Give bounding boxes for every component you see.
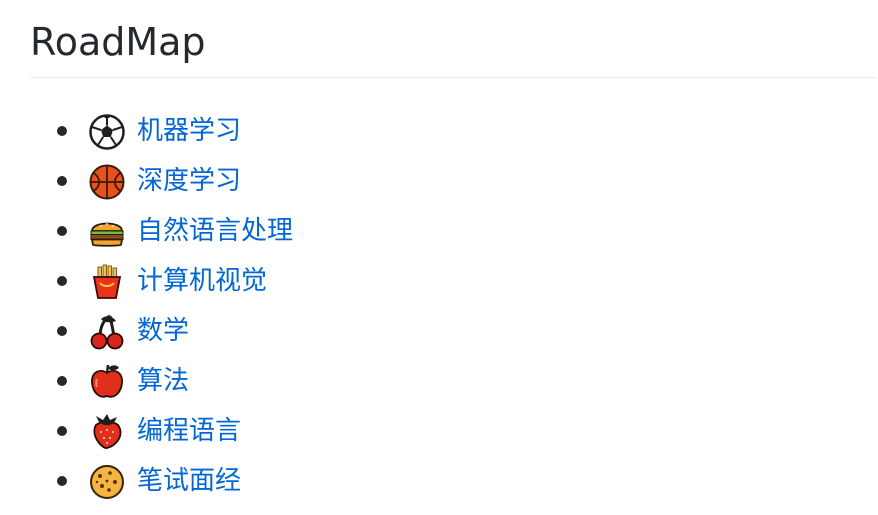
bullet xyxy=(57,176,67,186)
roadmap-link[interactable]: 笔试面经 xyxy=(137,463,241,499)
roadmap-link[interactable]: 编程语言 xyxy=(137,413,241,449)
soccer-ball-icon xyxy=(88,113,126,151)
cookie-icon xyxy=(88,463,126,501)
bullet xyxy=(57,226,67,236)
bullet xyxy=(57,326,67,336)
bullet xyxy=(57,376,67,386)
basketball-icon xyxy=(88,163,126,201)
roadmap-link[interactable]: 计算机视觉 xyxy=(137,263,267,299)
roadmap-link[interactable]: 深度学习 xyxy=(137,163,241,199)
page-title: RoadMap xyxy=(30,20,206,64)
bullet xyxy=(57,426,67,436)
readme-page: RoadMap 机器学习 深度学习 自然语言处理 计算机视觉 数学 算法 编程语… xyxy=(0,0,878,515)
bullet xyxy=(57,476,67,486)
roadmap-link[interactable]: 算法 xyxy=(137,363,189,399)
roadmap-link[interactable]: 自然语言处理 xyxy=(137,213,293,249)
roadmap-link[interactable]: 机器学习 xyxy=(137,113,241,149)
french-fries-icon xyxy=(88,263,126,301)
hamburger-icon xyxy=(88,213,126,251)
bullet xyxy=(57,126,67,136)
roadmap-link[interactable]: 数学 xyxy=(137,313,189,349)
cherries-icon xyxy=(88,313,126,351)
heading-divider xyxy=(30,77,876,78)
apple-icon xyxy=(88,363,126,401)
bullet xyxy=(57,276,67,286)
strawberry-icon xyxy=(88,413,126,451)
